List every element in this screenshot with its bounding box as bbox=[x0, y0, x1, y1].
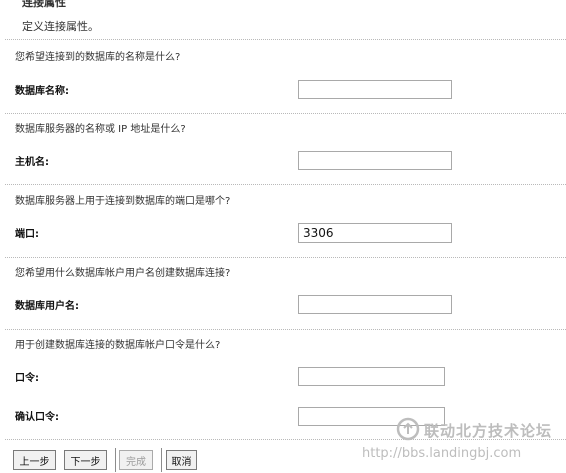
prev-button[interactable]: 上一步 bbox=[13, 450, 56, 470]
section-title: 连接属性 bbox=[22, 0, 66, 9]
next-button[interactable]: 下一步 bbox=[64, 450, 107, 470]
divider bbox=[5, 113, 566, 114]
port-input[interactable] bbox=[298, 223, 452, 243]
divider bbox=[5, 39, 566, 40]
confirm-password-input[interactable] bbox=[298, 407, 445, 426]
finish-button[interactable]: 完成 bbox=[119, 450, 153, 470]
question-port: 数据库服务器上用于连接到数据库的端口是哪个? bbox=[15, 196, 231, 207]
divider bbox=[5, 329, 566, 330]
username-input[interactable] bbox=[298, 295, 452, 314]
button-separator bbox=[161, 448, 162, 472]
question-username: 您希望用什么数据库帐户用户名创建数据库连接? bbox=[15, 268, 231, 279]
divider bbox=[5, 184, 566, 185]
label-confirm-password: 确认口令: bbox=[15, 412, 59, 423]
divider bbox=[5, 257, 566, 258]
question-password: 用于创建数据库连接的数据库帐户口令是什么? bbox=[15, 340, 221, 351]
database-name-input[interactable] bbox=[298, 80, 452, 99]
label-port: 端口: bbox=[15, 229, 39, 240]
watermark-url: http://bbs.landingbj.com bbox=[362, 446, 522, 461]
label-username: 数据库用户名: bbox=[15, 301, 79, 312]
cancel-button[interactable]: 取消 bbox=[166, 450, 197, 470]
watermark-brand: 联动北方技术论坛 bbox=[424, 422, 553, 440]
question-host: 数据库服务器的名称或 IP 地址是什么? bbox=[15, 124, 186, 135]
label-password: 口令: bbox=[15, 373, 39, 384]
password-input[interactable] bbox=[298, 367, 445, 386]
button-separator bbox=[115, 448, 116, 472]
label-host: 主机名: bbox=[15, 157, 49, 168]
section-description: 定义连接属性。 bbox=[22, 20, 99, 33]
question-database-name: 您希望连接到的数据库的名称是什么? bbox=[15, 52, 181, 63]
host-input[interactable] bbox=[298, 151, 452, 170]
label-database-name: 数据库名称: bbox=[15, 86, 69, 97]
watermark-logo-icon bbox=[396, 417, 420, 445]
